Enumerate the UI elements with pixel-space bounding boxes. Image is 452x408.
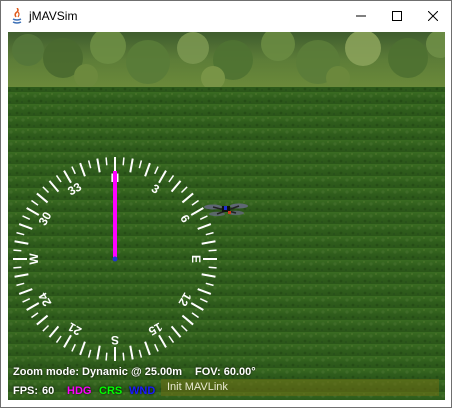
java-app-icon	[9, 7, 25, 24]
wnd-legend: WND	[129, 385, 156, 397]
hdg-legend: HDG	[67, 385, 92, 397]
compass-tick	[13, 249, 22, 252]
compass-tick	[122, 157, 125, 166]
jmavsim-window: jMAVSim E S W 3 6 12 15 21 24 30 33 Zoom…	[0, 0, 452, 408]
title-bar[interactable]: jMAVSim	[1, 1, 451, 32]
compass-tick	[105, 352, 108, 361]
zoom-mode-text: Zoom mode: Dynamic @ 25.00m	[13, 366, 183, 378]
maximize-button[interactable]	[379, 1, 415, 32]
compass-tick	[105, 157, 108, 166]
crs-legend: CRS	[99, 385, 123, 397]
minimize-icon	[356, 15, 366, 17]
status-bar: Init MAVLink	[161, 379, 439, 396]
grass-ground	[8, 87, 445, 400]
minimize-button[interactable]	[343, 1, 379, 32]
compass-west-label: W	[27, 253, 41, 265]
compass-east-label: E	[189, 255, 203, 263]
compass-tick	[208, 249, 217, 252]
maximize-icon	[392, 11, 402, 21]
compass-tick	[13, 266, 22, 269]
compass-tick	[208, 266, 217, 269]
compass-south-label: S	[111, 333, 119, 347]
fps-value: 60	[42, 385, 55, 397]
compass-center-hub	[112, 256, 118, 262]
fps-label: FPS:	[13, 385, 39, 397]
simulation-viewport[interactable]: NESW36121521243033 Zoom mode: Dynamic @ …	[8, 32, 445, 400]
status-message: Init MAVLink	[167, 381, 228, 393]
window-title: jMAVSim	[29, 9, 78, 23]
close-button[interactable]	[415, 1, 451, 32]
fov-text: FOV: 60.00°	[195, 366, 256, 378]
close-icon	[428, 11, 438, 21]
compass-tick	[122, 352, 125, 361]
